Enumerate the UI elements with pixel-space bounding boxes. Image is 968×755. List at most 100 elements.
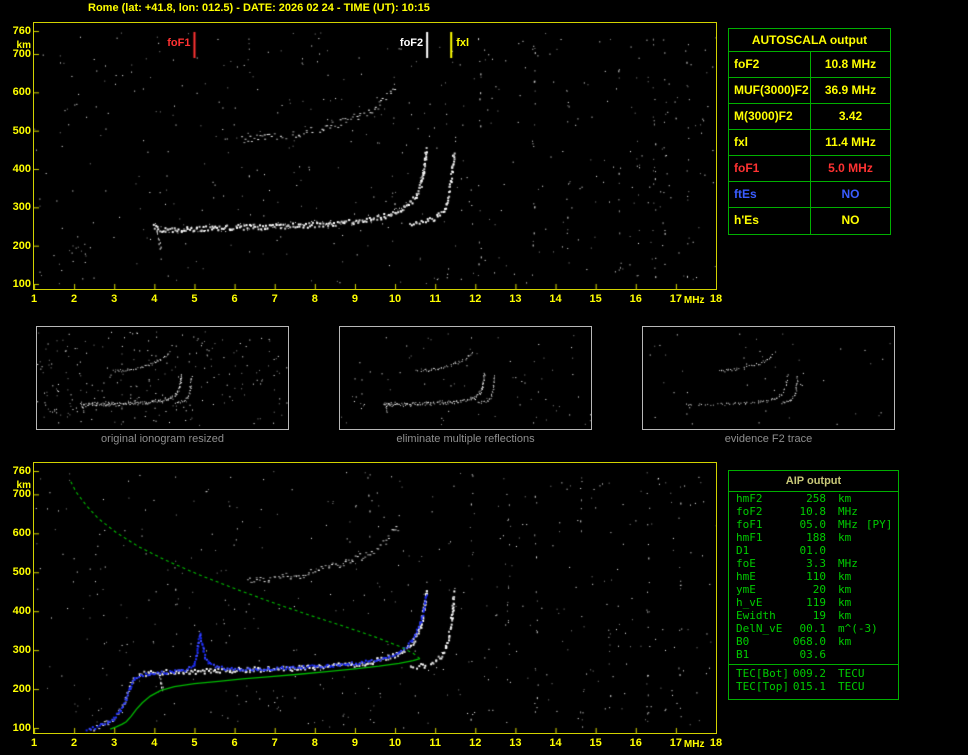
parameter-name: h'Es xyxy=(729,208,811,234)
autoscala-row-foF1: foF1 5.0 MHz xyxy=(729,156,890,182)
parameter-value: NO xyxy=(841,187,860,201)
parameter-name: foF1 xyxy=(729,156,811,181)
aip-extra xyxy=(851,492,859,505)
aip-name: hmF1 xyxy=(736,531,763,544)
aip-val: 009.2 xyxy=(792,667,826,680)
autoscala-row-fxl: fxl 11.4 MHz xyxy=(729,130,890,156)
aip-unit xyxy=(826,648,838,661)
aip-val: 015.1 xyxy=(792,680,826,693)
autoscala-row-h'Es: h'Es NO xyxy=(729,208,890,234)
parameter-value: 36.9 MHz xyxy=(824,83,877,97)
thumbnail-f2-trace-evidence xyxy=(642,326,895,430)
x-axis-label-6: 6 xyxy=(231,737,238,749)
x-axis-label-8: 8 xyxy=(311,293,318,305)
aip-row-foF1: foF1 05.0 MHz [PY] xyxy=(729,518,898,531)
x-axis-label-13: 13 xyxy=(509,293,522,305)
aip-extra xyxy=(878,622,886,635)
aip-row-TEC[Top]: TEC[Top] 015.1 TECU xyxy=(729,680,898,693)
aip-val: 03.6 xyxy=(799,648,827,661)
aip-unit: MHz xyxy=(838,505,858,518)
aip-val: 19 xyxy=(812,609,826,622)
aip-name: ymE xyxy=(736,583,756,596)
autoscala-window: Rome (lat: +41.8, lon: 012.5) - DATE: 20… xyxy=(0,0,968,755)
aip-output-panel: AIP output hmF2 258 km foF2 10.8 MHz foF1 05.0 M… xyxy=(728,470,899,700)
profile-ionogram-chart: 760 700 600 500 400 300 200 100 km 1 2 3 4 5 6 7 8 9 10 11 1… xyxy=(13,462,722,750)
caption-eliminate-multiples: eliminate multiple reflections xyxy=(396,433,535,445)
aip-name: B1 xyxy=(736,648,750,661)
aip-row-h_vE: h_vE 119 km xyxy=(729,596,898,609)
ionogram-canvas xyxy=(34,23,716,289)
x-axis-unit-label: MHz xyxy=(683,295,705,306)
aip-unit xyxy=(826,544,838,557)
x-axis-label-5: 5 xyxy=(191,293,198,305)
aip-unit: km xyxy=(838,596,852,609)
aip-parameter-rows: hmF2 258 km foF2 10.8 MHz foF1 05.0 MHz [PY] hmF1 1… xyxy=(729,492,898,661)
aip-val: 10.8 xyxy=(799,505,827,518)
aip-row-D1: D1 01.0 xyxy=(729,544,898,557)
x-axis-label-13: 13 xyxy=(509,737,522,749)
x-axis-label-9: 9 xyxy=(351,293,358,305)
aip-val: 068.0 xyxy=(792,635,826,648)
parameter-value: 5.0 MHz xyxy=(828,161,873,175)
x-axis-label-8: 8 xyxy=(311,737,318,749)
y-axis-label-100: 100 xyxy=(12,722,31,734)
aip-unit: km xyxy=(838,609,852,622)
ionogram-chart: 760 700 600 500 400 300 200 100 km 1 2 3 4 5 6 7 8 9 10 11 1… xyxy=(13,22,722,306)
parameter-name: M(3000)F2 xyxy=(729,104,811,129)
x-axis-unit-label: MHz xyxy=(683,739,705,750)
aip-extra xyxy=(865,667,873,680)
x-axis-label-10: 10 xyxy=(388,737,402,749)
parameter-name: fxl xyxy=(729,130,811,155)
x-axis-label-4: 4 xyxy=(151,737,158,749)
autoscala-parameter-rows: foF2 10.8 MHz MUF(3000)F2 36.9 MHz M(3000)F2… xyxy=(729,52,890,234)
autoscala-row-M(3000)F2: M(3000)F2 3.42 xyxy=(729,104,890,130)
x-axis-label-15: 15 xyxy=(589,293,602,305)
aip-panel-header: AIP output xyxy=(729,471,898,492)
aip-row-hmE: hmE 110 km xyxy=(729,570,898,583)
critical-frequency-marker-foF2: foF2 xyxy=(399,37,424,49)
x-axis-label-17: 17 xyxy=(669,293,682,305)
aip-row-hmF1: hmF1 188 km xyxy=(729,531,898,544)
x-axis-label-17: 17 xyxy=(669,737,682,749)
aip-name: Ewidth xyxy=(736,609,776,622)
aip-unit: MHz xyxy=(838,557,858,570)
f2-trace-canvas xyxy=(643,327,894,429)
y-axis-label-500: 500 xyxy=(12,124,31,137)
aip-unit: m^(-3) xyxy=(838,622,878,635)
x-axis-label-5: 5 xyxy=(191,737,198,749)
aip-val: 258 xyxy=(806,492,826,505)
parameter-value: NO xyxy=(841,213,860,227)
autoscala-output-panel: AUTOSCALA output foF2 10.8 MHz MUF(3000)F2… xyxy=(728,28,891,235)
thumbnail-original-ionogram xyxy=(36,326,289,430)
aip-name: hmF2 xyxy=(736,492,763,505)
aip-row-foE: foE 3.3 MHz xyxy=(729,557,898,570)
critical-frequency-marker-foF1: foF1 xyxy=(167,37,191,49)
autoscala-row-foF2: foF2 10.8 MHz xyxy=(729,52,890,78)
station-info-title: Rome (lat: +41.8, lon: 012.5) - DATE: 20… xyxy=(88,2,430,14)
aip-val: 01.0 xyxy=(799,544,827,557)
parameter-value: 10.8 MHz xyxy=(824,57,877,71)
aip-unit: km xyxy=(838,570,852,583)
aip-extra: [PY] xyxy=(865,518,893,531)
x-axis-label-3: 3 xyxy=(111,737,118,749)
x-axis-label-12: 12 xyxy=(469,293,482,305)
y-axis-label-760: 760 xyxy=(12,465,31,477)
aip-val: 20 xyxy=(812,583,826,596)
aip-unit: TECU xyxy=(838,680,865,693)
parameter-value: 11.4 MHz xyxy=(825,135,876,149)
aip-row-ymE: ymE 20 km xyxy=(729,583,898,596)
aip-row-B1: B1 03.6 xyxy=(729,648,898,661)
x-axis-label-2: 2 xyxy=(71,293,78,305)
aip-name: TEC[Top] xyxy=(736,680,789,693)
y-axis-label-600: 600 xyxy=(12,86,31,99)
aip-unit: km xyxy=(838,583,852,596)
aip-val: 188 xyxy=(806,531,826,544)
y-axis-unit-label: km xyxy=(16,480,31,491)
aip-val: 3.3 xyxy=(806,557,826,570)
aip-row-DelN_vE: DelN_vE 00.1 m^(-3) xyxy=(729,622,898,635)
y-axis-label-500: 500 xyxy=(12,566,31,579)
aip-row-TEC[Bot]: TEC[Bot] 009.2 TECU xyxy=(729,667,898,680)
aip-unit: km xyxy=(838,635,852,648)
y-axis-label-760: 760 xyxy=(12,25,31,37)
aip-name: DelN_vE xyxy=(736,622,783,635)
